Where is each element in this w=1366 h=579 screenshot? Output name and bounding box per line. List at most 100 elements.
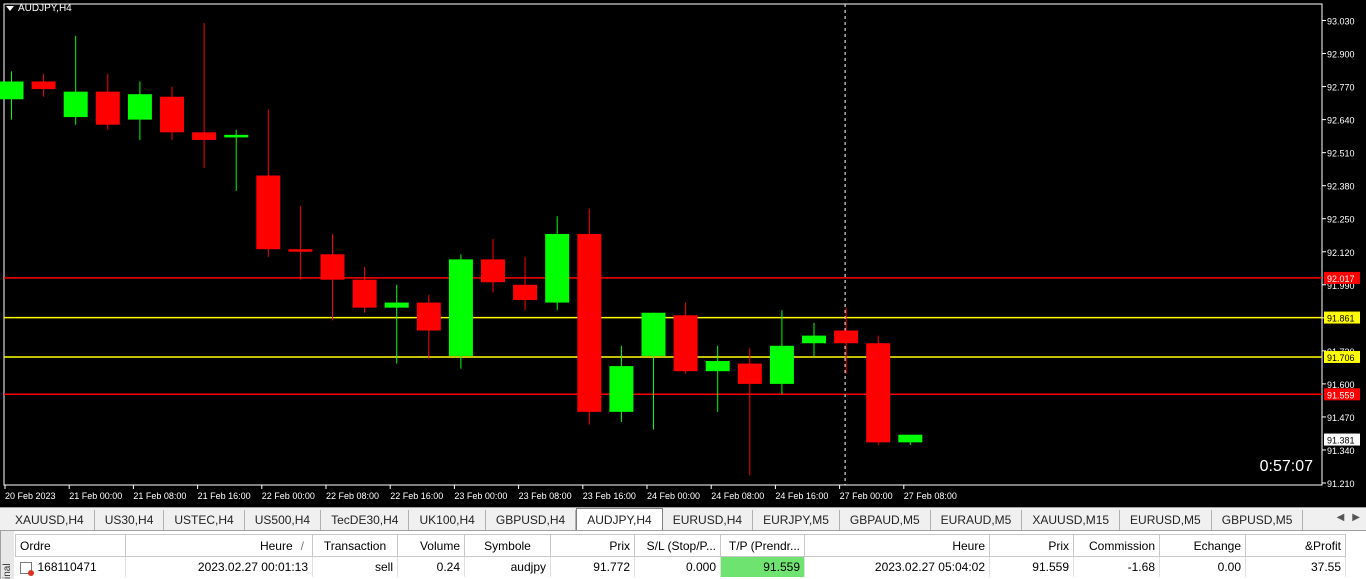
cell-value: 37.55 — [1310, 559, 1341, 574]
candle-body — [705, 361, 730, 372]
candle-body — [673, 315, 698, 372]
candle-countdown: 0:57:07 — [1259, 458, 1313, 475]
tab-eurusd-m5[interactable]: EURUSD,M5 — [1120, 510, 1212, 530]
chart-title[interactable]: AUDJPY,H4 — [6, 3, 72, 14]
column-header[interactable]: Heure / — [125, 534, 313, 557]
table-cell: 2023.02.27 00:01:13 — [125, 556, 313, 577]
tab-us500-h4[interactable]: US500,H4 — [245, 510, 322, 530]
column-header-label: Prix — [1048, 538, 1069, 553]
column-header[interactable]: Prix — [550, 534, 635, 557]
candle-body — [192, 132, 217, 140]
column-header-label: Commission — [1088, 538, 1155, 553]
tab-tecde30-h4[interactable]: TecDE30,H4 — [321, 510, 410, 530]
price-axis-label: 91.210 — [1327, 479, 1355, 489]
table-cell: sell — [312, 556, 398, 577]
cell-value: 2023.02.27 00:01:13 — [197, 559, 308, 574]
terminal-panel: inal Ordre Heure / Transaction Volume Symbole… — [0, 531, 1366, 579]
column-header[interactable]: T/P (Prendr... — [720, 534, 805, 557]
tab-euraud-m5[interactable]: EURAUD,M5 — [931, 510, 1023, 530]
candle-body — [31, 81, 56, 90]
current-price-label: 91.381 — [1327, 436, 1355, 446]
candle-body — [0, 81, 24, 100]
tab-eurjpy-m5[interactable]: EURJPY,M5 — [753, 510, 840, 530]
orders-body: 168110471 2023.02.27 00:01:13 sell 0.24 audj… — [15, 556, 1346, 577]
candle-body — [513, 284, 538, 301]
column-header[interactable]: Prix — [989, 534, 1074, 557]
column-header[interactable]: Symbole — [464, 534, 551, 557]
tab-uk100-h4[interactable]: UK100,H4 — [409, 510, 486, 530]
column-header[interactable]: Echange — [1159, 534, 1246, 557]
time-axis-label: 22 Feb 00:00 — [262, 491, 315, 501]
plot-frame — [3, 3, 1323, 486]
time-axis-label: 21 Feb 08:00 — [133, 491, 186, 501]
cell-value: 91.559 — [1032, 559, 1069, 574]
time-axis-label: 21 Feb 16:00 — [198, 491, 251, 501]
price-axis-label: 92.380 — [1327, 182, 1355, 192]
cell-value: 0.000 — [685, 559, 716, 574]
table-cell: 2023.02.27 05:04:02 — [804, 556, 990, 577]
orders-table: Ordre Heure / Transaction Volume Symbole Prix S… — [15, 534, 1346, 577]
column-header-label: Ordre — [20, 538, 51, 553]
cell-value: 0.00 — [1217, 559, 1241, 574]
time-axis-label: 23 Feb 08:00 — [519, 491, 572, 501]
candle-body — [545, 233, 570, 303]
table-cell: 91.772 — [550, 556, 635, 577]
tab-us30-h4[interactable]: US30,H4 — [95, 510, 165, 530]
sort-indicator: / — [300, 538, 304, 553]
price-axis-label: 93.030 — [1327, 17, 1355, 27]
column-header-label: Symbole — [484, 538, 531, 553]
time-axis-label: 21 Feb 00:00 — [69, 491, 122, 501]
price-chart[interactable]: 93.030 92.900 92.770 92.640 92.510 92.380 92.2… — [0, 0, 1366, 507]
column-header[interactable]: Commission — [1073, 534, 1160, 557]
price-axis-label: 92.510 — [1327, 149, 1355, 159]
tab-scroll-right-icon[interactable]: ▶ — [1352, 512, 1360, 523]
time-axis-label: 23 Feb 16:00 — [583, 491, 636, 501]
candle-body — [834, 330, 859, 344]
tab-audjpy-h4[interactable]: AUDJPY,H4 — [576, 508, 663, 530]
terminal-side-label[interactable]: inal — [0, 531, 14, 579]
price-axis-label: 92.120 — [1327, 248, 1355, 258]
tab-gbpusd-h4[interactable]: GBPUSD,H4 — [486, 510, 577, 530]
tab-scroll-left-icon[interactable]: ◀ — [1337, 512, 1345, 523]
column-header-label: T/P (Prendr... — [728, 538, 800, 553]
price-axis-label: 91.340 — [1327, 446, 1355, 456]
candle-body — [127, 94, 152, 120]
time-axis-label: 27 Feb 00:00 — [840, 491, 893, 501]
tab-xauusd-h4[interactable]: XAUUSD,H4 — [5, 510, 95, 530]
chart-menu-triangle-icon[interactable] — [6, 6, 14, 11]
column-header[interactable]: Ordre — [15, 534, 126, 557]
candle-body — [737, 363, 762, 384]
column-header[interactable]: Volume — [397, 534, 465, 557]
cell-value: -1.68 — [1127, 559, 1155, 574]
orders-header-row: Ordre Heure / Transaction Volume Symbole Prix S… — [15, 534, 1346, 557]
tab-xauusd-m15[interactable]: XAUUSD,M15 — [1022, 510, 1121, 530]
price-level-label: 92.017 — [1327, 274, 1355, 284]
column-header-label: S/L (Stop/P... — [646, 538, 716, 553]
table-row[interactable]: 168110471 2023.02.27 00:01:13 sell 0.24 audj… — [15, 556, 1346, 577]
chart-symbol-label: AUDJPY,H4 — [18, 3, 72, 14]
table-cell: 0.24 — [397, 556, 465, 577]
price-level-label: 91.861 — [1327, 314, 1355, 324]
price-axis-label: 92.770 — [1327, 83, 1355, 93]
app-root: 93.030 92.900 92.770 92.640 92.510 92.380 92.2… — [0, 0, 1366, 579]
candle-body — [256, 175, 281, 250]
column-header[interactable]: Transaction — [312, 534, 398, 557]
candle-body — [288, 249, 313, 252]
tab-gbpaud-m5[interactable]: GBPAUD,M5 — [840, 510, 931, 530]
tab-eurusd-h4[interactable]: EURUSD,H4 — [663, 510, 754, 530]
column-header-label: Volume — [419, 538, 460, 553]
tab-gbpusd-m5[interactable]: GBPUSD,M5 — [1212, 510, 1304, 530]
tab-ustec-h4[interactable]: USTEC,H4 — [164, 510, 245, 530]
table-cell: 168110471 — [15, 556, 126, 577]
time-axis-label: 24 Feb 08:00 — [711, 491, 764, 501]
column-header[interactable]: &Profit — [1245, 534, 1346, 557]
time-axis-label: 23 Feb 00:00 — [454, 491, 507, 501]
column-header-label: Prix — [609, 538, 630, 553]
time-axis-label: 24 Feb 16:00 — [775, 491, 828, 501]
column-header[interactable]: Heure — [804, 534, 990, 557]
column-header[interactable]: S/L (Stop/P... — [634, 534, 721, 557]
candle-body — [641, 312, 666, 356]
tab-list: XAUUSD,H4 US30,H4 USTEC,H4 US500,H4 TecDE30,… — [5, 508, 1304, 530]
chart-canvas[interactable]: 93.030 92.900 92.770 92.640 92.510 92.380 92.2… — [0, 0, 1366, 507]
time-axis-label: 22 Feb 08:00 — [326, 491, 379, 501]
